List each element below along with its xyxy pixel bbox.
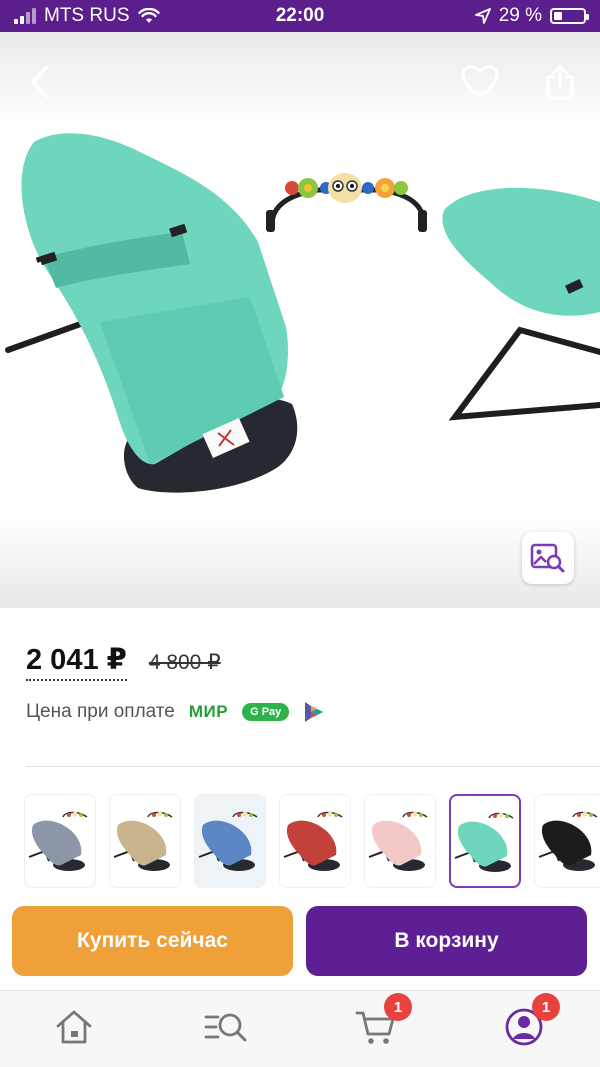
- home-icon: [56, 1010, 92, 1044]
- image-search-button[interactable]: [522, 532, 574, 584]
- variant-thumb[interactable]: [449, 794, 521, 888]
- gpay-logo: G Pay: [242, 703, 290, 721]
- variant-bouncer-icon: [28, 811, 88, 871]
- profile-badge: 1: [532, 993, 560, 1021]
- variant-bouncer-icon: [113, 811, 173, 871]
- favorite-button[interactable]: [458, 60, 502, 104]
- share-button[interactable]: [538, 60, 582, 104]
- variant-bouncer-icon: [198, 811, 258, 871]
- nav-catalog[interactable]: [202, 1005, 250, 1049]
- variant-thumb[interactable]: [194, 794, 266, 888]
- payment-label: Цена при оплате: [26, 701, 175, 722]
- location-arrow-icon: [474, 8, 491, 24]
- add-to-cart-button[interactable]: В корзину: [306, 906, 587, 976]
- baby-bouncer-image: [5, 133, 298, 493]
- sbp-logo-icon: [305, 702, 324, 722]
- old-price: 4 800 ₽: [148, 651, 221, 674]
- variant-thumb[interactable]: [279, 794, 351, 888]
- back-button[interactable]: [18, 60, 62, 104]
- variant-bouncer-icon: [454, 812, 514, 872]
- mir-logo: МИР: [188, 702, 229, 721]
- battery-icon: [550, 8, 589, 24]
- variant-thumb[interactable]: [534, 794, 600, 888]
- variant-thumb[interactable]: [24, 794, 96, 888]
- variant-thumbnails: [24, 794, 600, 888]
- cart-badge: 1: [384, 993, 412, 1021]
- variant-bouncer-icon: [538, 811, 598, 871]
- share-icon: [546, 64, 574, 100]
- status-bar: MTS RUS 22:00 29 %: [0, 0, 600, 32]
- nav-home[interactable]: [50, 1005, 98, 1049]
- toy-bar-image: [266, 173, 427, 232]
- chevron-left-icon: [31, 66, 48, 98]
- variant-bouncer-icon: [283, 811, 343, 871]
- bottom-navigation: 1 1: [0, 990, 600, 1067]
- variant-thumb[interactable]: [364, 794, 436, 888]
- product-gallery[interactable]: [0, 32, 600, 608]
- current-price[interactable]: 2 041 ₽: [26, 642, 127, 681]
- nav-profile[interactable]: 1: [500, 993, 560, 1049]
- divider: [26, 766, 600, 767]
- buy-now-button[interactable]: Купить сейчас: [12, 906, 293, 976]
- product-photo: [5, 133, 600, 493]
- search-list-icon: [204, 1013, 247, 1042]
- image-search-icon: [530, 543, 565, 573]
- next-photo-preview: [442, 187, 600, 421]
- variant-bouncer-icon: [368, 811, 428, 871]
- nav-cart[interactable]: 1: [352, 993, 412, 1049]
- battery-percent: 29 %: [498, 5, 542, 26]
- payment-info: Цена при оплате МИР G Pay: [26, 700, 325, 724]
- price-block: 2 041 ₽ 4 800 ₽: [26, 642, 221, 681]
- variant-thumb[interactable]: [109, 794, 181, 888]
- heart-icon: [461, 65, 499, 98]
